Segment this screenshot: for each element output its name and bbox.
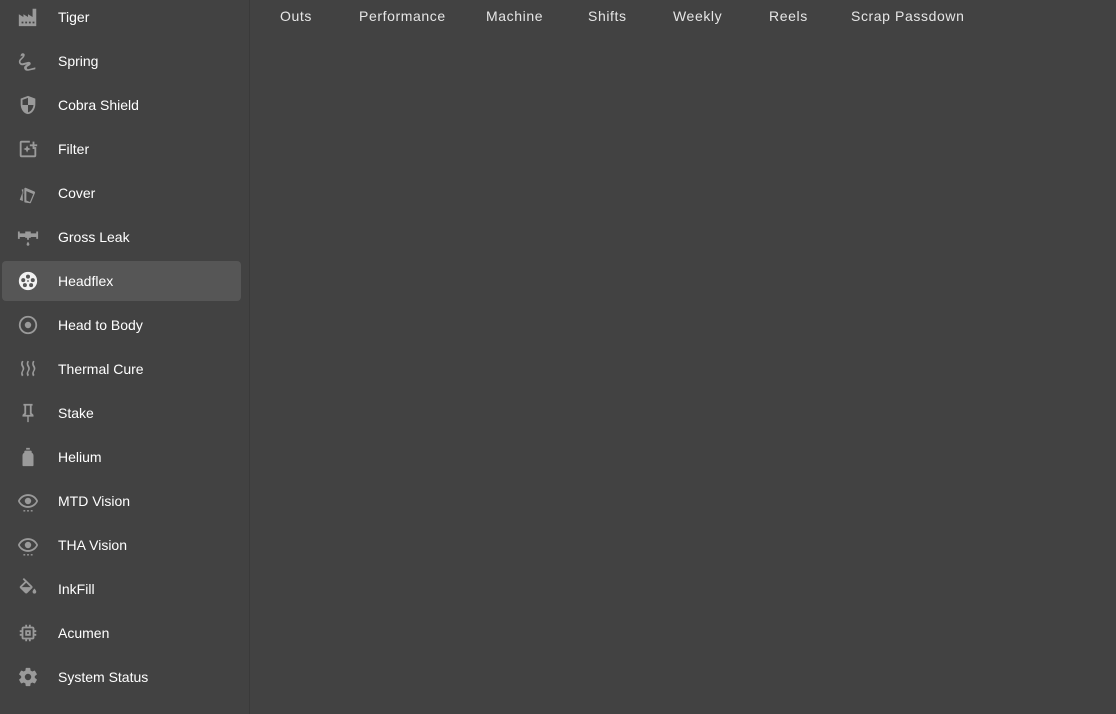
sidebar-item-label: Headflex <box>58 273 114 289</box>
sidebar-item-label: System Status <box>58 669 149 685</box>
filter-sparkle-icon <box>16 137 40 161</box>
sidebar-item-head-to-body[interactable]: Head to Body <box>2 305 241 345</box>
eye-icon <box>16 489 40 513</box>
tab-machine[interactable]: Machine <box>486 8 543 24</box>
sidebar-item-label: Tiger <box>58 9 90 25</box>
sidebar-item-label: Stake <box>58 405 94 421</box>
spring-coil-icon <box>16 49 40 73</box>
gear-icon <box>16 665 40 689</box>
sidebar-item-mtd-vision[interactable]: MTD Vision <box>2 481 241 521</box>
sidebar-item-headflex[interactable]: Headflex <box>2 261 241 301</box>
shield-icon <box>16 93 40 117</box>
eye-icon <box>16 533 40 557</box>
tab-reels[interactable]: Reels <box>769 8 808 24</box>
sidebar-item-acumen[interactable]: Acumen <box>2 613 241 653</box>
sidebar-item-cobra-shield[interactable]: Cobra Shield <box>2 85 241 125</box>
sidebar-item-label: Gross Leak <box>58 229 130 245</box>
sidebar-item-inkfill[interactable]: InkFill <box>2 569 241 609</box>
paint-bucket-icon <box>16 577 40 601</box>
sidebar-item-label: MTD Vision <box>58 493 131 509</box>
sidebar-item-stake[interactable]: Stake <box>2 393 241 433</box>
gas-bottle-icon <box>16 445 40 469</box>
sidebar: Tiger Spring Cobra Shield Filter Cover G… <box>0 0 250 714</box>
cards-icon <box>16 181 40 205</box>
film-reel-icon <box>16 269 40 293</box>
sidebar-item-label: InkFill <box>58 581 95 597</box>
sidebar-item-thermal-cure[interactable]: Thermal Cure <box>2 349 241 389</box>
tab-outs[interactable]: Outs <box>280 8 312 24</box>
sidebar-item-label: THA Vision <box>58 537 127 553</box>
sidebar-item-label: Cobra Shield <box>58 97 139 113</box>
sidebar-item-label: Helium <box>58 449 102 465</box>
sidebar-item-system-status[interactable]: System Status <box>2 657 241 697</box>
sidebar-item-label: Head to Body <box>58 317 143 333</box>
sidebar-item-spring[interactable]: Spring <box>2 41 241 81</box>
sidebar-item-label: Filter <box>58 141 90 157</box>
sidebar-item-filter[interactable]: Filter <box>2 129 241 169</box>
sidebar-item-helium[interactable]: Helium <box>2 437 241 477</box>
sidebar-item-label: Acumen <box>58 625 110 641</box>
sidebar-item-tiger[interactable]: Tiger <box>2 0 241 37</box>
main-content: Outs Performance Machine Shifts Weekly R… <box>250 0 1116 714</box>
factory-icon <box>16 5 40 29</box>
heat-waves-icon <box>16 357 40 381</box>
sidebar-item-label: Thermal Cure <box>58 361 144 377</box>
pipe-leak-icon <box>16 225 40 249</box>
sidebar-item-label: Cover <box>58 185 96 201</box>
sidebar-item-gross-leak[interactable]: Gross Leak <box>2 217 241 257</box>
tab-performance[interactable]: Performance <box>359 8 446 24</box>
target-circle-icon <box>16 313 40 337</box>
tab-scrap-passdown[interactable]: Scrap Passdown <box>851 8 964 24</box>
app-window: Tiger Spring Cobra Shield Filter Cover G… <box>0 0 1116 714</box>
tab-shifts[interactable]: Shifts <box>588 8 627 24</box>
tab-weekly[interactable]: Weekly <box>673 8 722 24</box>
chip-icon <box>16 621 40 645</box>
sidebar-item-cover[interactable]: Cover <box>2 173 241 213</box>
sidebar-item-label: Spring <box>58 53 99 69</box>
pushpin-icon <box>16 401 40 425</box>
sidebar-item-tha-vision[interactable]: THA Vision <box>2 525 241 565</box>
